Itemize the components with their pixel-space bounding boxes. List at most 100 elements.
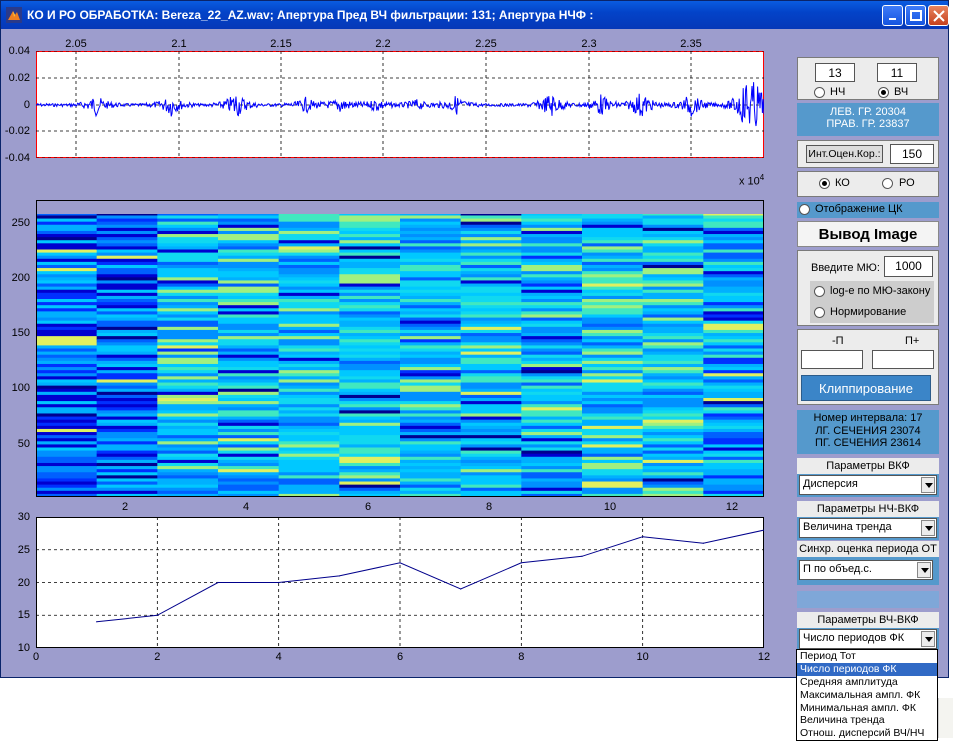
image-cell [400,323,462,328]
line-y-tick: 15 [17,609,30,622]
sync-select[interactable]: П по объед.с. [799,560,933,580]
line-x-tick: 6 [396,651,404,663]
show-tsk-row[interactable]: Отображение ЦК [797,202,939,218]
lf-vkf-select[interactable]: Величина тренда [799,518,937,538]
clip-button[interactable]: Клиппирование [801,375,931,401]
dropdown-option[interactable]: Отнош. дисперсий ВЧ/НЧ [797,727,937,740]
image-cell [642,302,704,306]
output-image-button[interactable]: Вывод Image [797,221,939,247]
line-axes[interactable] [36,517,764,648]
minimize-button[interactable] [882,5,903,26]
image-cell [36,462,98,467]
image-cell [703,481,764,486]
image-cell [400,274,462,278]
waveform-axes[interactable] [36,51,764,158]
p-plus-input[interactable] [872,350,934,369]
image-cell [339,435,401,439]
image-cell [460,490,522,495]
image-cell [703,320,764,325]
image-cell [703,323,764,328]
radio-hf[interactable] [878,87,889,98]
image-cell [400,416,462,421]
radio-normalize[interactable] [814,307,825,318]
vkf-select[interactable]: Дисперсия [799,475,937,495]
image-cell [460,280,522,285]
data-point [460,588,462,590]
image-cell [400,354,462,359]
image-cell [642,416,704,421]
image-cell [218,416,280,421]
image-cell [339,419,401,424]
image-cell [218,348,280,353]
hf-vkf-dropdown-list[interactable]: Период Тот Число периодов ФК Средняя ампли… [796,649,938,741]
field-right[interactable]: 11 [877,63,917,82]
image-cell [642,481,704,486]
field-left[interactable]: 13 [815,63,855,82]
radio-show-tsk[interactable] [799,204,810,215]
int-corr-label: Инт.Оцен.Кор.: [806,145,883,163]
image-cell [521,246,583,250]
image-cell [460,428,522,433]
scrollbar[interactable] [938,698,953,738]
image-cell [460,218,522,223]
dropdown-option[interactable]: Период Тот [797,650,937,663]
line-plot [36,517,764,648]
image-cell [460,357,522,362]
image-cell [218,289,280,294]
image-cell [521,258,583,263]
close-button[interactable] [928,5,949,26]
maximize-button[interactable] [905,5,926,26]
image-cell [339,237,401,241]
int-corr-input[interactable]: 150 [890,144,934,164]
image-cell [582,221,644,226]
image-cell [218,342,280,346]
hf-vkf-select[interactable]: Число периодов ФК [799,629,937,649]
chevron-down-icon[interactable] [921,631,935,647]
image-cell [400,286,462,291]
dropdown-option[interactable]: Средняя амплитуда [797,676,937,689]
maximize-icon [910,10,922,21]
title-bar[interactable]: КО И РО ОБРАБОТКА: Bereza_22_AZ.wav; Апе… [1,1,949,29]
image-cell [460,379,522,384]
image-cell [157,286,219,291]
image-cell [521,413,583,418]
window-title: КО И РО ОБРАБОТКА: Bereza_22_AZ.wav; Апе… [27,8,594,22]
image-cell [96,295,158,300]
dropdown-option[interactable]: Минимальная ампл. ФК [797,702,937,715]
image-cell [157,299,219,303]
image-x-tick: 8 [485,501,493,513]
radio-log-mu[interactable] [814,286,825,297]
image-cell [642,444,704,448]
image-cell [157,237,219,241]
image-cell [278,348,340,353]
radio-lf[interactable] [814,87,825,98]
image-cell [36,450,98,455]
image-cell [703,385,764,390]
image-cell [278,305,340,309]
radio-ko[interactable] [819,178,830,189]
image-cell [278,274,340,278]
image-cell [278,333,340,337]
chevron-down-icon[interactable] [921,477,935,493]
image-cell [400,295,462,300]
p-minus-input[interactable] [801,350,863,369]
dropdown-option[interactable]: Максимальная ампл. ФК [797,689,937,702]
image-cell [582,230,644,235]
image-cell [642,289,704,294]
radio-ro[interactable] [882,178,893,189]
mu-input[interactable]: 1000 [884,256,933,277]
chevron-down-icon[interactable] [917,562,931,578]
chevron-down-icon[interactable] [921,520,935,536]
image-cell [278,308,340,312]
dropdown-option[interactable]: Величина тренда [797,714,937,727]
dropdown-option[interactable]: Число периодов ФК [797,662,937,676]
image-cell [36,425,98,430]
image-cell [36,360,98,365]
image-cell [96,271,158,275]
image-cell [339,218,401,223]
image-cell [36,240,98,244]
image-cell [703,249,764,254]
image-cell [642,459,704,464]
image-axes[interactable] [36,200,764,497]
image-cell [642,401,704,405]
